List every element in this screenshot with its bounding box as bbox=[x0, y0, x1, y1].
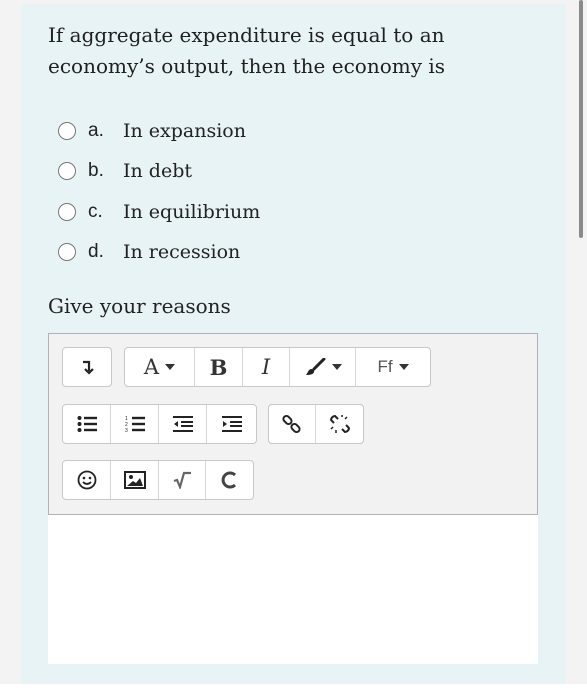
square-root-icon bbox=[173, 471, 191, 489]
option-letter: a. bbox=[88, 120, 104, 141]
svg-text:3: 3 bbox=[125, 428, 128, 433]
radio-button[interactable] bbox=[58, 203, 76, 221]
numbered-list-button[interactable]: 1 2 3 bbox=[111, 405, 159, 443]
option-text: In recession bbox=[123, 241, 241, 263]
option-text: In equilibrium bbox=[123, 201, 261, 223]
toolbar-group-lists: 1 2 3 bbox=[62, 404, 257, 444]
caret-down-icon bbox=[331, 364, 342, 370]
reason-label: Give your reasons bbox=[48, 294, 231, 318]
option-letter: c. bbox=[88, 201, 103, 222]
bold-button[interactable]: B bbox=[195, 348, 243, 386]
page-bottom-edge bbox=[0, 684, 587, 700]
option-text: In expansion bbox=[123, 120, 246, 142]
text-color-button[interactable] bbox=[290, 348, 356, 386]
toolbar-group-links bbox=[268, 404, 364, 444]
radio-button[interactable] bbox=[58, 122, 76, 140]
option-d[interactable]: d. In recession bbox=[58, 237, 358, 267]
question-text: If aggregate expenditure is equal to an … bbox=[48, 23, 446, 78]
option-letter: d. bbox=[88, 241, 104, 262]
font-family-label: Ff bbox=[377, 357, 393, 376]
emoticon-button[interactable] bbox=[63, 461, 111, 499]
editor-toolbar: A B I Ff 1 2 3 bbox=[48, 333, 538, 515]
toolbar-group-insert bbox=[62, 460, 254, 500]
bullet-list-button[interactable] bbox=[63, 405, 111, 443]
option-b[interactable]: b. In debt bbox=[58, 156, 358, 186]
unlink-button[interactable] bbox=[316, 405, 363, 443]
font-size-button[interactable]: A bbox=[125, 348, 195, 386]
reason-answer-area[interactable] bbox=[48, 515, 538, 664]
toolbar-toggle-button[interactable] bbox=[63, 348, 111, 386]
clear-formatting-icon bbox=[221, 471, 236, 489]
link-icon bbox=[282, 414, 301, 434]
radio-button[interactable] bbox=[58, 162, 76, 180]
indent-button[interactable] bbox=[207, 405, 256, 443]
smiley-icon bbox=[77, 470, 96, 490]
italic-button[interactable]: I bbox=[243, 348, 290, 386]
question-card: If aggregate expenditure is equal to an … bbox=[21, 4, 566, 684]
font-family-button[interactable]: Ff bbox=[356, 348, 430, 386]
toolbar-group-format: A B I Ff bbox=[124, 347, 431, 387]
numbered-list-icon: 1 2 3 bbox=[125, 416, 145, 433]
option-c[interactable]: c. In equilibrium bbox=[58, 197, 358, 227]
bold-label: B bbox=[209, 354, 228, 380]
radio-button[interactable] bbox=[58, 243, 76, 261]
indent-icon bbox=[221, 416, 242, 432]
option-a[interactable]: a. In expansion bbox=[58, 116, 358, 146]
font-size-label: A bbox=[143, 355, 160, 379]
italic-label: I bbox=[261, 355, 271, 379]
image-button[interactable] bbox=[111, 461, 159, 499]
unlink-icon bbox=[329, 414, 350, 434]
bullet-list-icon bbox=[77, 416, 97, 432]
caret-down-icon bbox=[165, 364, 176, 370]
expand-toolbar-icon bbox=[83, 360, 94, 375]
option-text: In debt bbox=[123, 160, 192, 182]
toolbar-group-toggle bbox=[62, 347, 112, 387]
paintbrush-icon bbox=[305, 358, 325, 375]
caret-down-icon bbox=[398, 364, 409, 370]
link-button[interactable] bbox=[269, 405, 316, 443]
clear-formatting-button[interactable] bbox=[206, 461, 253, 499]
image-icon bbox=[123, 471, 146, 489]
outdent-button[interactable] bbox=[159, 405, 207, 443]
outdent-icon bbox=[172, 416, 193, 432]
option-letter: b. bbox=[88, 160, 104, 181]
equation-button[interactable] bbox=[159, 461, 206, 499]
scrollbar[interactable] bbox=[579, 0, 583, 238]
